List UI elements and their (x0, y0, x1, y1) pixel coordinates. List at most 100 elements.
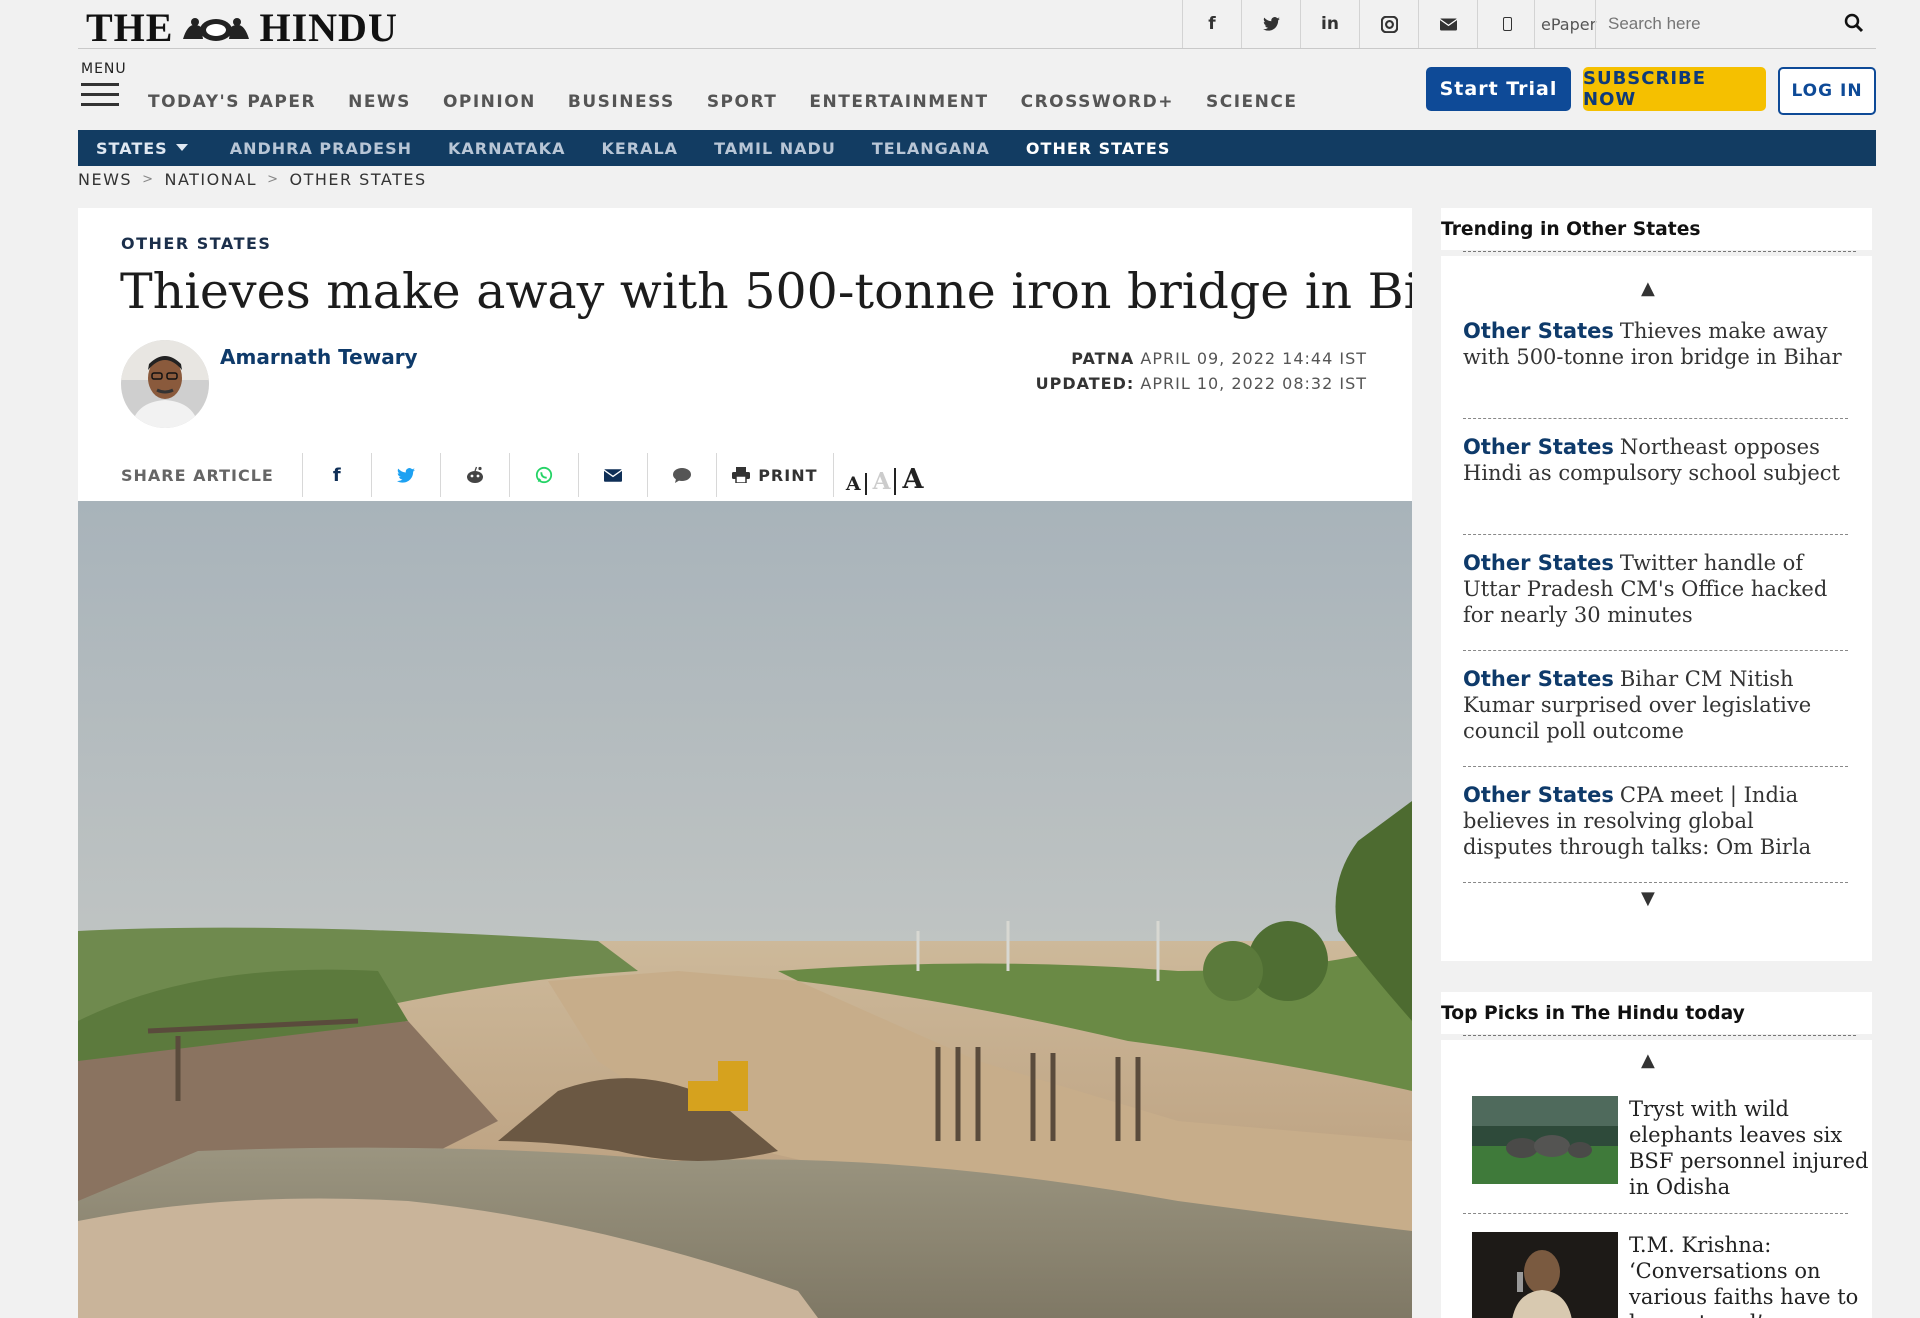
logo-emblem-icon (183, 17, 250, 41)
divider (1463, 418, 1848, 419)
breadcrumb-national[interactable]: NATIONAL (164, 170, 257, 189)
author-name[interactable]: Amarnath Tewary (220, 345, 418, 369)
states-bar: STATES ANDHRA PRADESH KARNATAKA KERALA T… (78, 130, 1876, 166)
divider (1463, 534, 1848, 535)
article-hero-image (78, 501, 1412, 1318)
share-toolbar: SHARE ARTICLE f PRINT A A A (121, 451, 927, 499)
updated-label: UPDATED: (1035, 374, 1135, 393)
breadcrumb-separator: > (142, 172, 155, 187)
scroll-down-icon[interactable]: ▼ (1641, 888, 1655, 909)
menu-button[interactable]: MENU (81, 61, 127, 113)
trending-tag[interactable]: Other States (1463, 319, 1614, 343)
divider (1463, 1035, 1856, 1036)
trending-tag[interactable]: Other States (1463, 667, 1614, 691)
mobile-icon[interactable] (1477, 0, 1536, 48)
state-andhra-pradesh[interactable]: ANDHRA PRADESH (212, 139, 430, 158)
state-karnataka[interactable]: KARNATAKA (430, 139, 583, 158)
nav-links: TODAY'S PAPER NEWS OPINION BUSINESS SPOR… (148, 92, 1297, 112)
share-email-icon[interactable] (577, 453, 647, 497)
share-twitter-icon[interactable] (370, 453, 440, 497)
trending-tag[interactable]: Other States (1463, 783, 1614, 807)
search-box (1595, 0, 1876, 48)
subscribe-button[interactable]: SUBSCRIBE NOW (1583, 67, 1766, 111)
states-dropdown[interactable]: STATES (78, 139, 212, 158)
nav-item-science[interactable]: SCIENCE (1206, 92, 1297, 112)
nav-item-todays-paper[interactable]: TODAY'S PAPER (148, 92, 316, 112)
print-label: PRINT (758, 465, 818, 485)
caret-down-icon (175, 144, 188, 151)
top-pick-text[interactable]: Tryst with wild elephants leaves six BSF… (1629, 1096, 1869, 1200)
nav-item-business[interactable]: BUSINESS (568, 92, 675, 112)
divider (1463, 251, 1856, 252)
instagram-icon[interactable] (1359, 0, 1418, 48)
linkedin-icon[interactable]: in (1300, 0, 1359, 48)
dateline-place: PATNA (1071, 349, 1135, 368)
published-line: PATNA APRIL 09, 2022 14:44 IST (1036, 346, 1367, 371)
article-section[interactable]: OTHER STATES (121, 234, 271, 253)
divider (1463, 1213, 1848, 1214)
share-facebook-icon[interactable]: f (301, 453, 371, 497)
scroll-up-icon[interactable]: ▲ (1641, 1050, 1655, 1071)
hamburger-icon (81, 83, 119, 106)
font-size-large-button[interactable]: A (898, 464, 927, 495)
trending-item[interactable]: Other States Bihar CM Nitish Kumar surpri… (1463, 666, 1848, 744)
top-picks-list: ▲ Tryst with wild elephants leaves six B… (1441, 1040, 1872, 1318)
nav-item-opinion[interactable]: OPINION (443, 92, 536, 112)
state-telangana[interactable]: TELANGANA (854, 139, 1008, 158)
updated-line: UPDATED: APRIL 10, 2022 08:32 IST (1036, 371, 1367, 396)
trending-list: ▲ Other States Thieves make away with 500… (1441, 256, 1872, 961)
comment-icon[interactable] (646, 453, 716, 497)
top-pick-thumbnail[interactable] (1472, 1232, 1618, 1318)
twitter-icon[interactable] (1241, 0, 1300, 48)
breadcrumb-other-states[interactable]: OTHER STATES (289, 170, 426, 189)
article-headline: Thieves make away with 500-tonne iron br… (120, 263, 1412, 320)
menu-label: MENU (81, 61, 127, 77)
nav-item-entertainment[interactable]: ENTERTAINMENT (809, 92, 988, 112)
facebook-icon[interactable]: f (1182, 0, 1241, 48)
main-nav: MENU TODAY'S PAPER NEWS OPINION BUSINESS… (78, 55, 1876, 127)
start-trial-button[interactable]: Start Trial (1426, 67, 1571, 111)
nav-item-news[interactable]: NEWS (348, 92, 411, 112)
site-logo[interactable]: THE HINDU (86, 4, 398, 51)
trending-item[interactable]: Other States Northeast opposes Hindi as c… (1463, 434, 1848, 486)
top-picks-title: Top Picks in The Hindu today (1441, 1002, 1745, 1024)
article-meta: PATNA APRIL 09, 2022 14:44 IST UPDATED: … (1036, 346, 1367, 396)
trending-header: Trending in Other States (1441, 208, 1872, 250)
nav-item-sport[interactable]: SPORT (707, 92, 778, 112)
state-tamil-nadu[interactable]: TAMIL NADU (696, 139, 854, 158)
trending-item[interactable]: Other States CPA meet | India believes in… (1463, 782, 1848, 860)
top-pick-text[interactable]: T.M. Krishna: ‘Conversations on various … (1629, 1232, 1869, 1318)
divider (1463, 650, 1848, 651)
trending-item[interactable]: Other States Thieves make away with 500-t… (1463, 318, 1848, 370)
share-label: SHARE ARTICLE (121, 465, 274, 485)
search-icon[interactable] (1844, 13, 1864, 33)
mail-icon[interactable] (1418, 0, 1477, 48)
social-links: f in (1182, 0, 1536, 48)
trending-tag[interactable]: Other States (1463, 435, 1614, 459)
scroll-up-icon[interactable]: ▲ (1641, 278, 1655, 299)
font-size-controls: A A A (832, 453, 928, 497)
epaper-link[interactable]: ePaper (1534, 0, 1601, 48)
search-input[interactable] (1596, 13, 1840, 35)
published-date: APRIL 09, 2022 14:44 IST (1140, 349, 1367, 368)
share-reddit-icon[interactable] (439, 453, 509, 497)
font-size-small-button[interactable]: A (842, 473, 867, 495)
top-bar: THE HINDU f in ePaper (78, 0, 1876, 51)
trending-tag[interactable]: Other States (1463, 551, 1614, 575)
breadcrumb-news[interactable]: NEWS (78, 170, 132, 189)
top-pick-thumbnail[interactable] (1472, 1096, 1618, 1184)
breadcrumb: NEWS > NATIONAL > OTHER STATES (78, 170, 1876, 189)
font-size-medium-button[interactable]: A (869, 468, 897, 495)
login-button[interactable]: LOG IN (1778, 67, 1876, 115)
updated-date: APRIL 10, 2022 08:32 IST (1140, 374, 1367, 393)
state-kerala[interactable]: KERALA (583, 139, 696, 158)
account-buttons: Start Trial SUBSCRIBE NOW LOG IN (1426, 67, 1876, 115)
states-label: STATES (96, 138, 168, 158)
nav-item-crossword[interactable]: CROSSWORD+ (1021, 92, 1174, 112)
author-avatar[interactable] (121, 340, 209, 428)
print-button[interactable]: PRINT (715, 453, 833, 497)
trending-item[interactable]: Other States Twitter handle of Uttar Prad… (1463, 550, 1848, 628)
state-other-states[interactable]: OTHER STATES (1008, 139, 1188, 158)
top-picks-header: Top Picks in The Hindu today (1441, 992, 1872, 1034)
share-whatsapp-icon[interactable] (508, 453, 578, 497)
